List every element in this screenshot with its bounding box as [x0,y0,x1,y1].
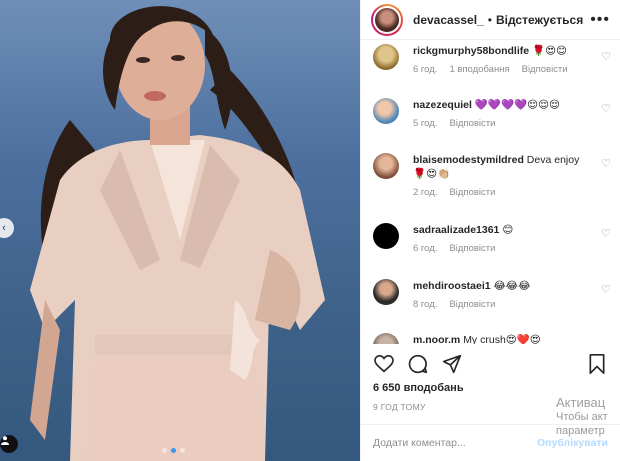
comment-time: 6 год. [413,64,438,75]
post-actions [373,352,608,376]
post-header: devacassel_ • Відстежується ••• [361,0,620,40]
comment-item: nazezequiel 💜💜💜💜😌😌😌 5 год. Відповісти ♡ [373,98,613,129]
comment-text: 🌹😍😊 [532,45,567,57]
commenter-username[interactable]: rickgmurphy58bondlife [413,45,529,57]
comment-text: 😂😂😂 [493,280,531,292]
commenter-avatar[interactable] [373,333,399,344]
comment-item: mehdiroostaei1 😂😂😂 8 год. Відповісти ♡ [373,279,613,310]
comment-bubble-icon[interactable] [407,353,429,375]
commenter-avatar[interactable] [373,44,399,70]
commenter-username[interactable]: nazezequiel [413,99,472,111]
bookmark-icon[interactable] [586,353,608,375]
author-avatar[interactable] [371,3,403,36]
comment-item: sadraalizade1361 😊 6 год. Відповісти ♡ [373,223,613,254]
commenter-avatar[interactable] [373,279,399,305]
share-send-icon[interactable] [441,353,463,375]
watermark-line: Активац [556,395,606,410]
reply-button[interactable]: Відповісти [449,243,495,254]
commenter-avatar[interactable] [373,153,399,179]
comment-item: rickgmurphy58bondlife 🌹😍😊 6 год. 1 вподоб… [373,40,613,75]
comment-time: 5 год. [413,118,438,129]
publish-comment-button[interactable]: Опублікувати [537,437,608,449]
commenter-avatar[interactable] [373,223,399,249]
comment-text: 😊 [502,224,514,236]
commenter-avatar[interactable] [373,98,399,124]
comment-item: blaisemodestymildred Deva enjoy 🌹😍👏🏼 2 г… [373,153,613,198]
os-activation-watermark: Активац Чтобы акт параметр [556,396,620,438]
like-comment-icon[interactable]: ♡ [601,157,611,170]
reply-button[interactable]: Відповісти [522,64,568,75]
commenter-username[interactable]: sadraalizade1361 [413,224,499,236]
carousel-indicator [162,448,185,453]
comment-likes[interactable]: 1 вподобання [449,64,509,75]
watermark-line: Чтобы акт [556,411,608,423]
like-comment-icon[interactable]: ♡ [601,102,611,115]
header-separator: • [487,12,492,27]
comment-text: My crush😍❤️😍 [463,334,541,344]
comment-time: 8 год. [413,299,438,310]
likes-count[interactable]: 6 650 вподобань [373,382,464,394]
reply-button[interactable]: Відповісти [449,187,495,198]
author-username[interactable]: devacassel_ [413,13,484,27]
comment-time: 6 год. [413,243,438,254]
reply-button[interactable]: Відповісти [449,299,495,310]
commenter-username[interactable]: blaisemodestymildred [413,154,524,166]
more-options-icon[interactable]: ••• [590,11,610,29]
portrait-illustration [30,6,325,461]
carousel-dot [162,448,167,453]
watermark-line: параметр [556,425,605,437]
comments-list[interactable]: rickgmurphy58bondlife 🌹😍😊 6 год. 1 вподоб… [361,40,620,344]
follow-status-button[interactable]: Відстежується [496,13,583,27]
post-timestamp: 9 ГОД ТОМУ [373,402,426,412]
comment-input[interactable]: Додати коментар... [373,437,466,449]
comment-item: m.noor.m My crush😍❤️😍 [373,333,613,344]
comment-time: 2 год. [413,187,438,198]
commenter-username[interactable]: m.noor.m [413,334,460,344]
reply-button[interactable]: Відповісти [449,118,495,129]
post-sidebar: devacassel_ • Відстежується ••• rickgmur… [360,0,620,461]
tagged-user-icon[interactable] [0,435,18,453]
commenter-username[interactable]: mehdiroostaei1 [413,280,491,292]
post-photo[interactable]: ‹ [0,0,360,461]
like-heart-icon[interactable] [373,353,395,375]
like-comment-icon[interactable]: ♡ [601,50,611,63]
comment-text: 💜💜💜💜😌😌😌 [474,99,560,111]
like-comment-icon[interactable]: ♡ [601,283,611,296]
carousel-dot [180,448,185,453]
like-comment-icon[interactable]: ♡ [601,227,611,240]
carousel-dot [171,448,176,453]
